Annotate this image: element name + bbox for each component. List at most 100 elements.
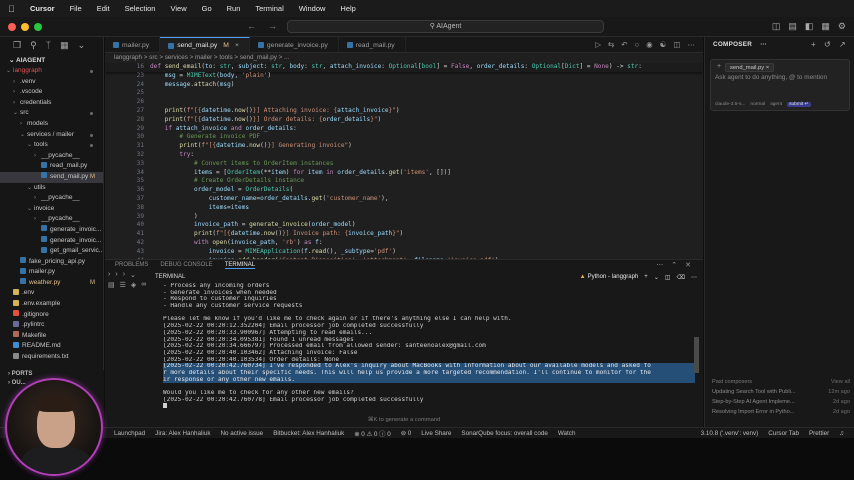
diff-icon[interactable]: ⇆ [608,40,614,49]
zoom-window-icon[interactable] [34,22,42,31]
tab-terminal[interactable]: TERMINAL [224,262,256,269]
status-watch[interactable]: Watch [558,430,576,437]
status-sonarqube[interactable]: SonarQube focus: overall code [461,430,547,437]
tree-file[interactable]: generate_invoic... [0,236,103,247]
tree-folder[interactable]: › .vscode [0,87,103,98]
menu-view[interactable]: View [170,4,186,13]
explorer-root-title[interactable]: ⌄ AIAGENT [0,53,103,66]
code-line[interactable]: 32 try: [105,151,703,160]
tree-file[interactable]: generate_invoic... [0,225,103,236]
more-actions-icon[interactable]: ⋯ [760,41,767,48]
forward-arrow-icon[interactable]: → [268,21,277,31]
code-line[interactable]: 30 # Generate invoice PDF [105,133,703,142]
code-line[interactable]: 43 invoice = MIMEApplication(f.read(), _… [105,248,703,257]
source-control-icon[interactable]: ᛉ [46,40,51,50]
menu-file[interactable]: File [70,4,82,13]
status-interpreter[interactable]: 3.10.8 ('.venv': venv) [701,430,759,437]
menu-help[interactable]: Help [340,4,355,13]
tree-file[interactable]: fake_pricing_api.py [0,257,103,268]
past-composer-item[interactable]: Step-by-Step AI Agent Impleme... 2d ago [712,397,850,407]
code-line[interactable]: 28 print(f"[{datetime.now()}] Order deta… [105,116,703,125]
code-line[interactable]: 31 print(f"[{datetime.now()}] Generating… [105,142,703,151]
search-view-icon[interactable]: ⚲ [30,40,37,51]
go-back-icon[interactable]: ↶ [621,40,627,49]
tree-file[interactable]: README.md [0,341,103,352]
view-all-link[interactable]: View all [831,379,850,385]
code-line[interactable]: 35 # Create OrderDetails instance [105,177,703,186]
bell-icon[interactable]: ♫ [839,430,844,437]
chevron-down-icon[interactable]: ⌄ [130,271,136,281]
editor-tab[interactable]: generate_invoice.py [250,37,339,53]
code-line[interactable]: 34 items = [OrderItem(**item) for item i… [105,169,703,178]
editor-tab[interactable]: send_mail.py M × [160,37,250,53]
tree-folder[interactable]: › credentials [0,98,103,109]
close-icon[interactable]: × [766,65,769,71]
tree-file[interactable]: send_mail.py M [0,171,103,183]
code-line[interactable]: 29 if attach_invoice and order_details: [105,125,703,134]
context-chip[interactable]: send_mail.py × [725,63,775,72]
tree-file[interactable]: Makefile [0,331,103,342]
code-line[interactable]: 42 with open(invoice_path, 'rb') as f: [105,239,703,248]
tree-file[interactable]: .env [0,288,103,299]
maximize-panel-icon[interactable]: ⌃ [671,261,677,269]
close-panel-icon[interactable]: ✕ [685,261,691,269]
tree-folder[interactable]: › __pycache__ [0,214,103,225]
tree-folder[interactable]: ⌄ src [0,108,103,119]
model-selector[interactable]: claude-3.5-s... [715,102,745,107]
menu-go[interactable]: Go [202,4,212,13]
tree-folder[interactable]: ⌄ tools [0,140,103,151]
menu-app-name[interactable]: Cursor [30,4,55,13]
code-line[interactable]: 38 items=items [105,204,703,213]
status-cursor-tab[interactable]: Cursor Tab [768,430,799,437]
settings-gear-icon[interactable]: ⚙ [838,21,846,32]
tree-file[interactable]: requirements.txt [0,352,103,363]
tree-file[interactable]: .pylintrc [0,320,103,331]
tree-file[interactable]: mailer.py [0,267,103,278]
code-line[interactable]: 36 order_model = OrderDetails( [105,186,703,195]
code-line[interactable]: 41 print(f"[{datetime.now()}] Invoice pa… [105,230,703,239]
close-tab-icon[interactable]: × [235,42,239,49]
new-terminal-icon[interactable]: + [644,274,648,280]
tree-folder[interactable]: › __pycache__ [0,193,103,204]
sticky-scroll-line[interactable]: 16 def send_email(to: str, subject: str, … [105,63,703,72]
tree-folder[interactable]: ⌄ services / mailer [0,130,103,141]
more-actions-icon[interactable]: ⋯ [688,40,696,49]
menu-terminal[interactable]: Terminal [255,4,283,13]
status-live-share[interactable]: Live Share [421,430,451,437]
menu-edit[interactable]: Edit [97,4,110,13]
customize-layout-icon[interactable]: ▦ [821,21,830,32]
status-launchpad[interactable]: Launchpad [114,430,145,437]
status-ports[interactable]: ⊚ 0 [401,430,412,437]
status-jira-issue[interactable]: No active issue [220,430,263,437]
editor-tab[interactable]: mailer.py [105,37,161,53]
toggle-secondary-sidebar-icon[interactable]: ◧ [805,21,814,32]
code-line[interactable]: 33 # Convert items to OrderItem instance… [105,160,703,169]
code-line[interactable]: 37 customer_name=order_details.get('cust… [105,195,703,204]
toggle-sidebar-icon[interactable]: ◫ [772,21,781,32]
code-editor[interactable]: 16 def send_email(to: str, subject: str, … [105,63,703,259]
chevron-down-icon[interactable]: ⌄ [654,274,659,281]
code-line[interactable]: 25 [105,89,703,98]
menu-selection[interactable]: Selection [125,4,156,13]
tree-file[interactable]: .env.example [0,299,103,310]
status-problems[interactable]: ⊗ 0 ⚠ 0 ⓘ 0 [354,429,390,438]
tree-folder[interactable]: ⌄ utils [0,183,103,194]
past-composer-item[interactable]: Updating Search Tool with Publi... 12m ag… [712,387,850,397]
tree-file[interactable]: .gitignore [0,310,103,321]
layout-icon[interactable]: ▤ [108,281,115,291]
tree-folder[interactable]: › __pycache__ [0,151,103,162]
toggle-panel-icon[interactable]: ▤ [788,21,797,32]
back-arrow-icon[interactable]: ← [247,21,256,31]
code-line[interactable]: 39 ) [105,213,703,222]
menu-run[interactable]: Run [227,4,241,13]
more-actions-icon[interactable]: ⋯ [691,274,697,281]
new-composer-icon[interactable]: + [811,40,816,49]
status-prettier[interactable]: Prettier [809,430,829,437]
apple-icon[interactable]:  [8,4,18,14]
tree-folder[interactable]: › .venv [0,77,103,88]
status-bitbucket[interactable]: Bitbucket: Alex Hanhaliuk [273,430,344,437]
close-window-icon[interactable] [8,22,16,31]
terminal-output[interactable]: - Process any incoming orders - Generate … [163,283,695,408]
tab-problems[interactable]: PROBLEMS [115,262,148,268]
toggle-icon[interactable]: ◉ [646,40,653,49]
